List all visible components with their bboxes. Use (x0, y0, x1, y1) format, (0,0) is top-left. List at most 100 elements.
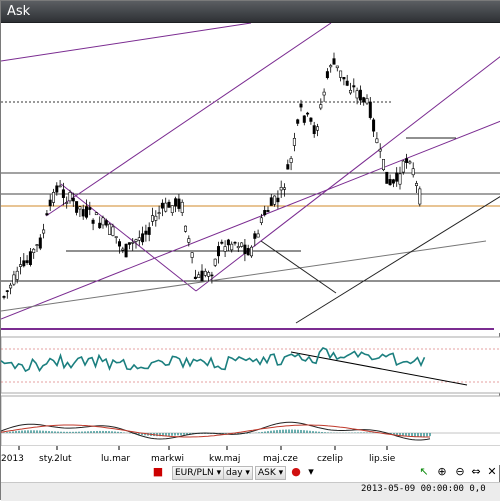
candle-body (45, 213, 49, 216)
candle-body (306, 112, 310, 115)
sell-icon[interactable]: ● (289, 465, 303, 479)
fit-icon[interactable]: ⇔ (469, 465, 483, 479)
candle-body (108, 223, 112, 235)
candle-body (263, 210, 267, 216)
candle-body (256, 233, 260, 238)
candle-body (58, 185, 62, 188)
candle-body (352, 85, 356, 88)
candle-body (111, 226, 115, 236)
candle-body (362, 97, 366, 103)
candle-body (236, 246, 240, 249)
candle-body (418, 188, 422, 205)
candle-body (124, 243, 128, 258)
candle-body (269, 197, 273, 206)
candle-body (51, 192, 55, 203)
candle-body (348, 89, 352, 94)
candle-body (127, 242, 131, 245)
symbol-select[interactable]: EUR/PLN ▾ (172, 466, 225, 480)
candle-body (385, 171, 389, 184)
candle-body (210, 274, 214, 277)
candle-body (319, 104, 323, 109)
chart-window: Ask 2013 sty.2lut lu.mar markwi kw.maj m… (0, 0, 500, 501)
candle-body (42, 229, 46, 234)
time-axis-label: markwi (151, 454, 184, 464)
price-type-label: ASK (258, 468, 276, 478)
candle-body (372, 119, 376, 132)
candle-body (193, 276, 197, 279)
candle-body (28, 251, 32, 265)
candle-body (329, 65, 333, 68)
candle-body (134, 239, 138, 242)
candle-body (299, 103, 303, 108)
candle-body (118, 241, 122, 247)
candle-body (315, 126, 319, 131)
candle-body (160, 202, 164, 209)
candle-body (253, 233, 257, 239)
candle-body (292, 137, 296, 146)
candle-body (276, 197, 280, 203)
candle-body (398, 173, 402, 185)
period-select[interactable]: day ▾ (223, 466, 253, 480)
candle-body (381, 159, 385, 171)
candle-body (9, 284, 13, 289)
candle-body (164, 202, 168, 212)
candle-body (177, 198, 181, 209)
candle-body (200, 270, 204, 281)
candle-body (250, 246, 254, 257)
period-label: day (226, 468, 243, 478)
candle-body (12, 274, 16, 285)
candle-body (339, 70, 343, 78)
candle-body (18, 264, 22, 267)
title-bar[interactable]: Ask (1, 1, 500, 23)
candle-body (32, 248, 36, 254)
candle-body (81, 209, 85, 217)
candle-body (286, 164, 290, 170)
candle-body (325, 71, 329, 79)
candle-body (157, 212, 161, 214)
candle-body (114, 236, 118, 238)
candle-body (131, 242, 135, 244)
candle-body (375, 138, 379, 143)
candle-body (180, 201, 184, 213)
candle-body (405, 158, 409, 163)
tools-icon[interactable]: ✕ (485, 465, 499, 479)
candle-body (266, 210, 270, 212)
candle-body (259, 217, 263, 223)
candle-body (365, 98, 369, 104)
camera-icon[interactable]: ■ (151, 465, 165, 479)
candle-body (226, 239, 230, 246)
candle-body (187, 238, 191, 243)
candle-body (104, 220, 108, 226)
candle-body (401, 160, 405, 173)
cursor-icon[interactable]: ↖ (417, 465, 431, 479)
candle-body (48, 199, 52, 207)
price-panel (1, 23, 500, 333)
price-type-select[interactable]: ASK ▾ (255, 466, 287, 480)
candle-body (25, 260, 29, 263)
candle-body (174, 198, 178, 207)
candle-body (190, 252, 194, 258)
time-axis-label: sty.2lut (39, 454, 72, 464)
candle-body (332, 58, 336, 65)
candle-body (279, 187, 283, 191)
candle-body (411, 168, 415, 176)
price-chart[interactable]: 2013 sty.2lut lu.mar markwi kw.maj maj.cze cze… (1, 23, 500, 489)
candle-body (61, 189, 65, 198)
candle-body (88, 207, 92, 210)
zoom-out-icon[interactable]: ⊖ (453, 465, 467, 479)
zoom-in-icon[interactable]: ⊕ (435, 465, 449, 479)
candle-body (342, 76, 346, 80)
window-title: Ask (7, 4, 31, 19)
candle-body (207, 272, 211, 277)
candle-body (65, 202, 69, 204)
candle-body (213, 258, 217, 266)
dropdown-icon[interactable]: ▾ (304, 465, 318, 479)
candle-body (230, 243, 234, 251)
candle-body (246, 248, 250, 256)
candle-body (5, 290, 9, 292)
time-axis-label: lip.sie (369, 454, 396, 464)
candle-body (167, 201, 171, 208)
candle-body (296, 119, 300, 124)
rsi-panel (1, 336, 500, 394)
candle-body (98, 222, 102, 229)
